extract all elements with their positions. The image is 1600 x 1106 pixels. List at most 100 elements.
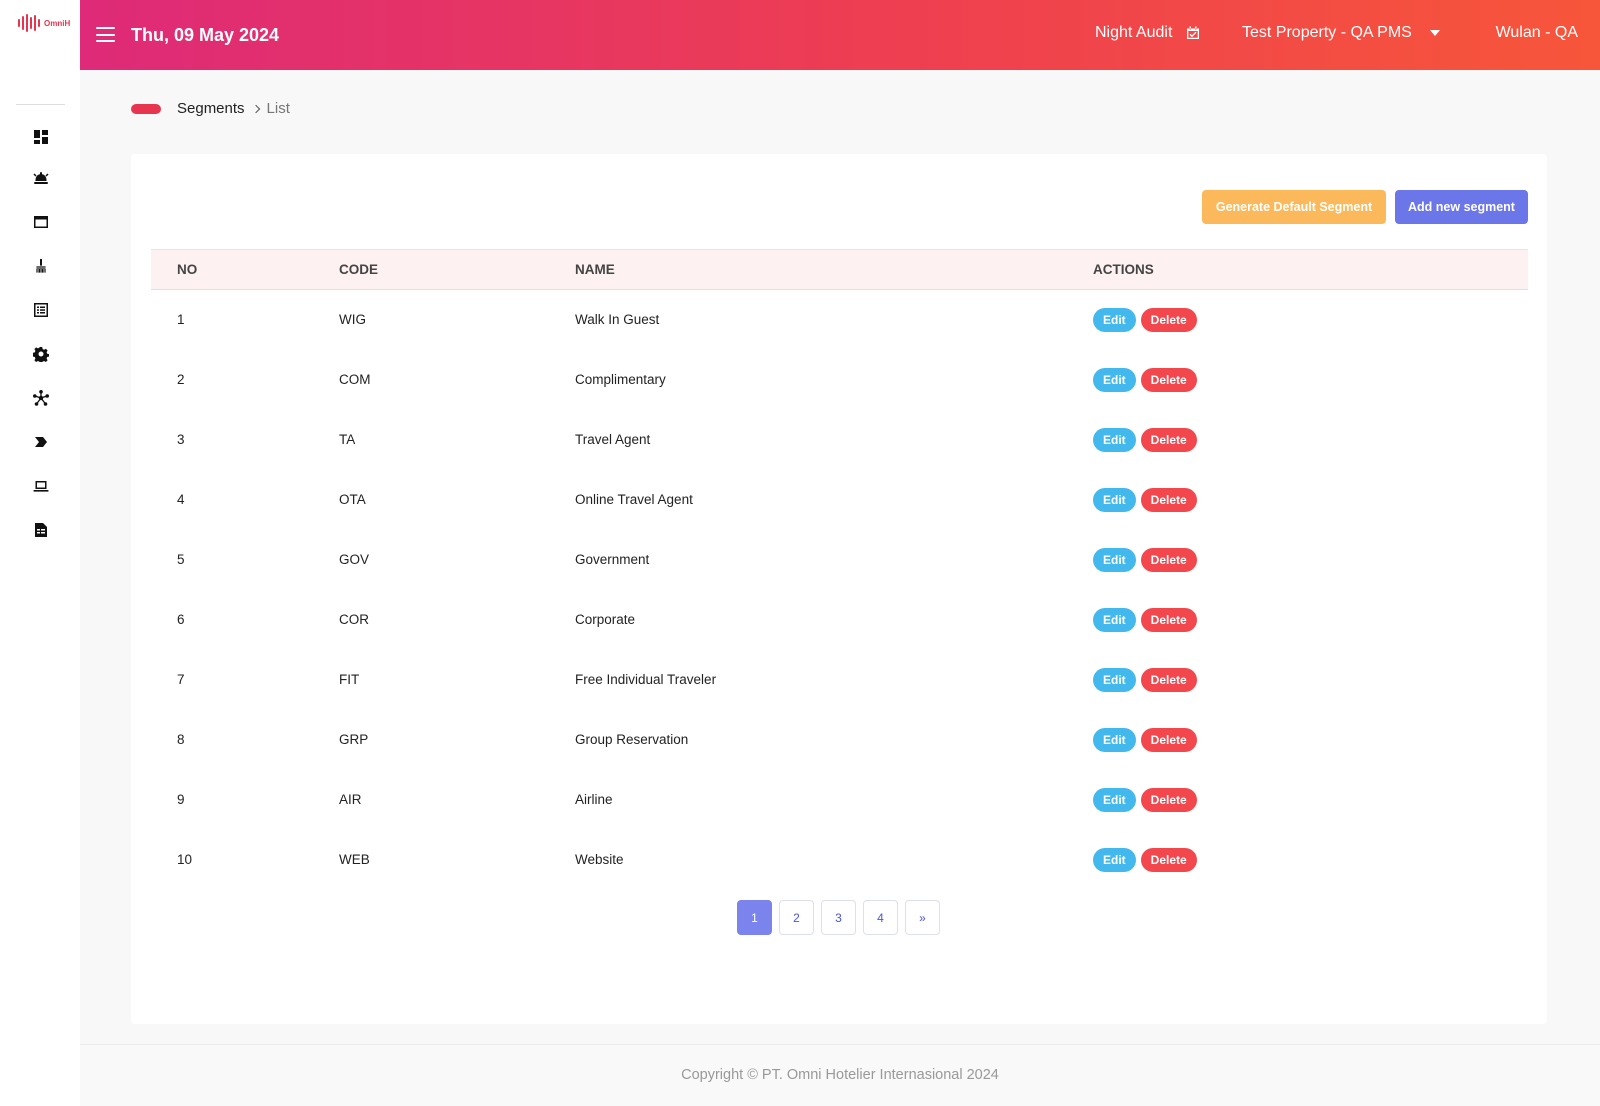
report-icon[interactable] (33, 522, 49, 538)
cell-code: GRP (339, 732, 369, 747)
delete-button[interactable]: Delete (1140, 487, 1197, 512)
page-button-2[interactable]: 2 (779, 900, 814, 935)
page-button-4[interactable]: 4 (863, 900, 898, 935)
window-icon[interactable] (33, 214, 49, 230)
logo-text: OmniH (44, 18, 71, 28)
cell-no: 2 (177, 372, 185, 387)
col-header-no: NO (177, 262, 198, 277)
cell-name: Group Reservation (575, 732, 689, 747)
cell-code: AIR (339, 792, 362, 807)
page-button-3[interactable]: 3 (821, 900, 856, 935)
caret-down-icon (1429, 30, 1440, 36)
cell-actions: Edit Delete (1093, 590, 1528, 650)
delete-button[interactable]: Delete (1140, 607, 1197, 632)
cell-name: Complimentary (575, 372, 666, 387)
cell-no: 7 (177, 672, 185, 687)
breadcrumb-indicator (131, 103, 161, 114)
col-header-actions: ACTIONS (1093, 262, 1154, 277)
edit-button[interactable]: Edit (1093, 607, 1136, 632)
calendar-check-icon (1187, 26, 1200, 39)
breadcrumb-segments[interactable]: Segments (177, 100, 245, 117)
cell-no: 6 (177, 612, 185, 627)
cell-actions: Edit Delete (1093, 410, 1528, 470)
col-header-name: NAME (575, 262, 615, 277)
delete-button[interactable]: Delete (1140, 847, 1197, 872)
cell-no: 10 (177, 852, 193, 867)
sidebar-divider (16, 104, 65, 105)
table-header-row: NO CODE NAME ACTIONS (151, 249, 1528, 290)
table-row: 9 AIR Airline Edit Delete (151, 770, 1528, 830)
gear-icon[interactable] (33, 346, 49, 362)
cell-actions: Edit Delete (1093, 470, 1528, 530)
cell-no: 9 (177, 792, 185, 807)
bell-concierge-icon[interactable] (33, 170, 49, 186)
pagination: 1 2 3 4» (737, 900, 940, 935)
broom-icon[interactable] (33, 258, 49, 274)
cell-name: Online Travel Agent (575, 492, 693, 507)
cell-actions: Edit Delete (1093, 350, 1528, 410)
edit-button[interactable]: Edit (1093, 487, 1136, 512)
chevron-right-icon (251, 104, 260, 113)
table-row: 1 WIG Walk In Guest Edit Delete (151, 290, 1528, 350)
network-icon[interactable] (33, 390, 49, 406)
cell-code: TA (339, 432, 356, 447)
hamburger-menu-icon[interactable] (96, 27, 115, 42)
cell-code: WIG (339, 312, 366, 328)
table-row: 3 TA Travel Agent Edit Delete (151, 410, 1528, 470)
delete-button[interactable]: Delete (1140, 547, 1197, 572)
night-audit-button[interactable]: Night Audit (1095, 24, 1200, 42)
cell-actions: Edit Delete (1093, 530, 1528, 590)
cell-name: Corporate (575, 612, 636, 627)
delete-button[interactable]: Delete (1140, 727, 1197, 752)
cell-no: 8 (177, 732, 185, 747)
add-new-segment-button[interactable]: Add new segment (1395, 190, 1528, 224)
top-header: Thu, 09 May 2024 Night Audit Test Proper… (80, 0, 1600, 70)
page-button-1[interactable]: 1 (737, 900, 772, 935)
edit-button[interactable]: Edit (1093, 727, 1136, 752)
generate-default-segment-button[interactable]: Generate Default Segment (1202, 190, 1386, 224)
cell-actions: Edit Delete (1093, 650, 1528, 710)
table-row: 5 GOV Government Edit Delete (151, 530, 1528, 590)
edit-button[interactable]: Edit (1093, 847, 1136, 872)
cell-no: 4 (177, 492, 185, 507)
cell-name: Airline (575, 792, 613, 807)
edit-button[interactable]: Edit (1093, 367, 1136, 392)
segments-card: Generate Default Segment Add new segment… (131, 154, 1547, 1024)
delete-button[interactable]: Delete (1140, 367, 1197, 392)
cell-actions: Edit Delete (1093, 830, 1528, 890)
laptop-icon[interactable] (33, 478, 49, 494)
brand-logo[interactable]: OmniH (18, 14, 70, 32)
delete-button[interactable]: Delete (1140, 307, 1197, 332)
list-icon[interactable] (33, 302, 49, 318)
edit-button[interactable]: Edit (1093, 307, 1136, 332)
property-name: Test Property - QA PMS (1242, 24, 1412, 41)
chevron-tag-icon[interactable] (33, 434, 49, 450)
edit-button[interactable]: Edit (1093, 427, 1136, 452)
dashboard-icon[interactable] (33, 129, 49, 145)
edit-button[interactable]: Edit (1093, 547, 1136, 572)
edit-button[interactable]: Edit (1093, 787, 1136, 812)
property-selector[interactable]: Test Property - QA PMS (1242, 24, 1440, 42)
delete-button[interactable]: Delete (1140, 787, 1197, 812)
cell-name: Website (575, 852, 624, 867)
cell-actions: Edit Delete (1093, 290, 1528, 350)
col-header-code: CODE (339, 262, 379, 277)
edit-button[interactable]: Edit (1093, 667, 1136, 692)
table-row: 2 COM Complimentary Edit Delete (151, 350, 1528, 410)
delete-button[interactable]: Delete (1140, 667, 1197, 692)
logo-mark-icon (18, 14, 40, 32)
cell-name: Travel Agent (575, 432, 651, 447)
delete-button[interactable]: Delete (1140, 427, 1197, 452)
cell-actions: Edit Delete (1093, 710, 1528, 770)
cell-code: COM (339, 372, 371, 387)
table-row: 6 COR Corporate Edit Delete (151, 590, 1528, 650)
business-date: Thu, 09 May 2024 (131, 25, 280, 45)
table-row: 10 WEB Website Edit Delete (151, 830, 1528, 890)
next-page-button[interactable]: » (905, 900, 940, 935)
cell-code: GOV (339, 552, 370, 567)
cell-code: COR (339, 612, 369, 627)
breadcrumb: Segments List (131, 100, 290, 117)
cell-no: 3 (177, 432, 185, 447)
user-menu[interactable]: Wulan - QA (1496, 24, 1578, 42)
cell-actions: Edit Delete (1093, 770, 1528, 830)
